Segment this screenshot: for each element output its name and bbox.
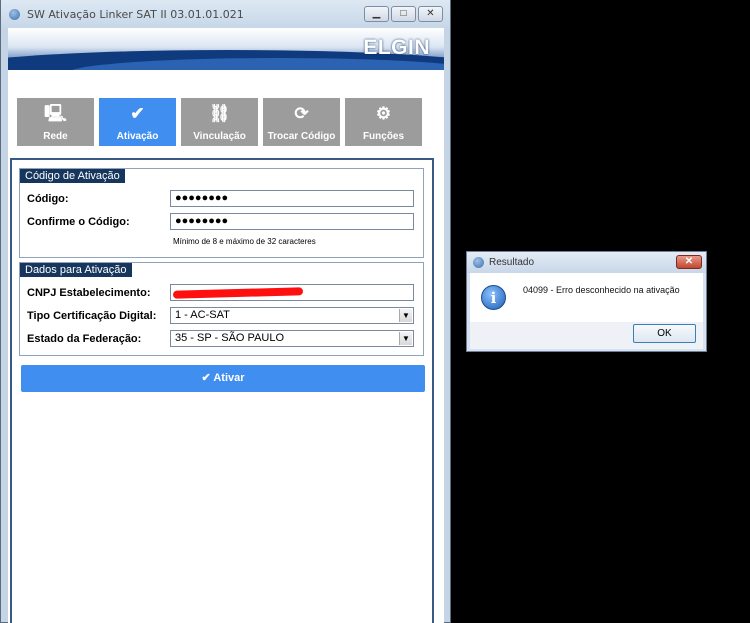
- cert-type-value: 1 - AC-SAT: [175, 309, 230, 321]
- main-window: SW Ativação Linker SAT II 03.01.01.021 ▁…: [0, 0, 451, 623]
- maximize-button[interactable]: □: [391, 6, 416, 22]
- dialog-message: 04099 - Erro desconhecido na ativação: [523, 285, 680, 295]
- dialog-close-button[interactable]: ✕: [676, 255, 702, 269]
- refresh-icon: ⟳: [294, 104, 309, 123]
- cert-type-label: Tipo Certificação Digital:: [27, 310, 157, 322]
- activation-data-group: Dados para Ativação CNPJ Estabelecimento…: [19, 262, 424, 356]
- state-label: Estado da Federação:: [27, 333, 142, 345]
- code-label: Código:: [27, 193, 69, 205]
- tab-label: Ativação: [116, 131, 159, 142]
- tab-rede[interactable]: 🖳 Rede: [17, 98, 94, 146]
- tab-funcoes[interactable]: ⚙ Funções: [345, 98, 422, 146]
- tab-label: Funções: [362, 131, 405, 142]
- tab-label: Trocar Código: [267, 131, 336, 142]
- group-title: Código de Ativação: [20, 169, 125, 183]
- group-title: Dados para Ativação: [20, 263, 132, 277]
- cnpj-label: CNPJ Estabelecimento:: [27, 287, 151, 299]
- cert-type-select[interactable]: 1 - AC-SAT ▼: [170, 307, 414, 324]
- state-value: 35 - SP - SÃO PAULO: [175, 332, 285, 344]
- tab-label: Rede: [43, 131, 68, 142]
- close-button[interactable]: ✕: [418, 6, 443, 22]
- activate-button[interactable]: ✔ Ativar: [21, 365, 425, 392]
- code-length-hint: Mínimo de 8 e máximo de 32 caracteres: [173, 237, 316, 246]
- chevron-down-icon[interactable]: ▼: [399, 309, 412, 322]
- confirm-code-label: Confirme o Código:: [27, 216, 130, 228]
- chevron-down-icon[interactable]: ▼: [399, 332, 412, 345]
- tab-ativacao[interactable]: ✔ Ativação: [99, 98, 176, 146]
- client-area: ELGIN 🖳 Rede ✔ Ativação ⛓ Vinculação ⟳ T…: [8, 28, 444, 623]
- ok-button[interactable]: OK: [633, 324, 696, 343]
- info-icon: i: [481, 285, 506, 310]
- cnpj-input[interactable]: [170, 284, 414, 301]
- activation-panel: Código de Ativação Código: ●●●●●●●● Conf…: [10, 158, 434, 623]
- tab-trocar-codigo[interactable]: ⟳ Trocar Código: [263, 98, 340, 146]
- minimize-button[interactable]: ▁: [364, 6, 389, 22]
- dialog-title-bar[interactable]: Resultado ✕: [467, 252, 706, 273]
- title-bar[interactable]: SW Ativação Linker SAT II 03.01.01.021 ▁…: [1, 0, 450, 28]
- header-banner: ELGIN: [8, 28, 444, 70]
- brand-logo: ELGIN: [363, 36, 430, 59]
- redaction-mark: [172, 287, 304, 299]
- activation-code-group: Código de Ativação Código: ●●●●●●●● Conf…: [19, 168, 424, 258]
- check-icon: ✔: [130, 104, 145, 123]
- result-dialog: Resultado ✕ i 04099 - Erro desconhecido …: [466, 251, 707, 352]
- network-icon: 🖳: [44, 104, 67, 123]
- tab-label: Vinculação: [193, 131, 246, 142]
- confirm-code-input[interactable]: ●●●●●●●●: [170, 213, 414, 230]
- link-icon: ⛓: [208, 104, 231, 123]
- dialog-title: Resultado: [489, 257, 535, 268]
- code-input[interactable]: ●●●●●●●●: [170, 190, 414, 207]
- state-select[interactable]: 35 - SP - SÃO PAULO ▼: [170, 330, 414, 347]
- window-title: SW Ativação Linker SAT II 03.01.01.021: [27, 8, 244, 21]
- tab-vinculacao[interactable]: ⛓ Vinculação: [181, 98, 258, 146]
- dialog-footer: OK: [470, 322, 703, 349]
- app-icon: [473, 257, 484, 268]
- dialog-body: i 04099 - Erro desconhecido na ativação: [470, 273, 703, 322]
- gears-icon: ⚙: [375, 104, 392, 123]
- app-icon: [9, 9, 20, 20]
